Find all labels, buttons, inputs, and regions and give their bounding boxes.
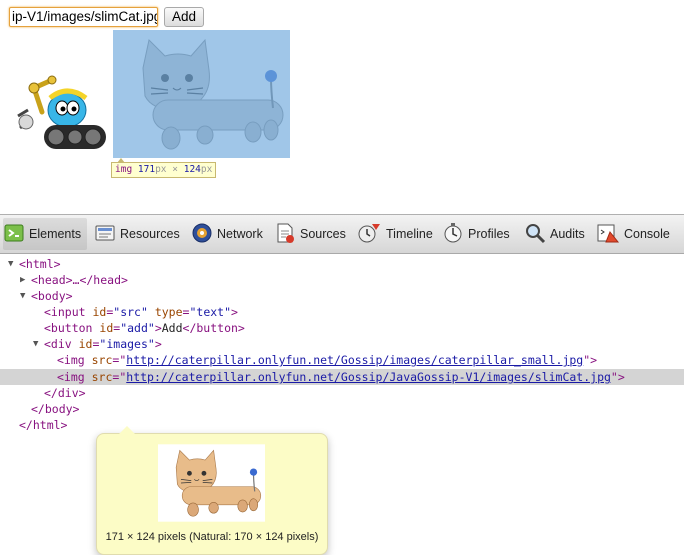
tab-audits[interactable]: Audits: [524, 218, 585, 250]
expanded-triangle-icon[interactable]: ▼: [33, 336, 38, 352]
console-icon: [596, 222, 624, 247]
tab-resources[interactable]: Resources: [94, 218, 180, 250]
dom-node-input[interactable]: <input id="src" type="text">: [44, 304, 238, 320]
dom-tree: ▼ <html> ▶ <head>…</head> ▼ <body> <inpu…: [0, 254, 684, 555]
slim-cat-preview-image: [158, 444, 265, 522]
tab-console-label: Console: [624, 227, 670, 241]
resources-icon: [94, 222, 120, 247]
img-src-link[interactable]: http://caterpillar.onlyfun.net/Gossip/im…: [126, 353, 583, 367]
dom-node-img-slimcat[interactable]: <img src="http://caterpillar.onlyfun.net…: [57, 369, 625, 385]
dom-node-body-close[interactable]: </body>: [31, 401, 79, 417]
profiles-icon: [442, 222, 468, 247]
devtools-toolbar: Elements Resources Network Sources Timel: [0, 214, 684, 254]
dom-node-html-close[interactable]: </html>: [19, 417, 67, 433]
img-src-link[interactable]: http://caterpillar.onlyfun.net/Gossip/Ja…: [126, 370, 611, 384]
dom-node-html[interactable]: ▼ <html>: [8, 256, 61, 272]
devtools-panel: Elements Resources Network Sources Timel: [0, 214, 684, 555]
image-dimensions-caption: 171 × 124 pixels (Natural: 170 × 124 pix…: [105, 531, 319, 543]
dom-node-body[interactable]: ▼ <body>: [20, 288, 73, 304]
dom-node-div-close[interactable]: </div>: [44, 385, 86, 401]
dom-node-img-caterpillar[interactable]: <img src="http://caterpillar.onlyfun.net…: [57, 352, 597, 368]
src-input[interactable]: ip-V1/images/slimCat.jpg: [9, 7, 158, 27]
tab-network[interactable]: Network: [191, 218, 263, 250]
tab-profiles-label: Profiles: [468, 227, 510, 241]
tab-profiles[interactable]: Profiles: [442, 218, 510, 250]
tab-elements[interactable]: Elements: [3, 218, 87, 250]
element-size-tooltip: img 171px × 124px: [111, 158, 217, 178]
tab-network-label: Network: [217, 227, 263, 241]
tab-timeline-label: Timeline: [386, 227, 433, 241]
dom-node-head[interactable]: ▶ <head>…</head>: [20, 272, 128, 288]
dom-node-div-images[interactable]: ▼ <div id="images">: [33, 336, 162, 352]
caterpillar-image: [17, 75, 106, 149]
tab-timeline[interactable]: Timeline: [358, 218, 433, 250]
expanded-triangle-icon[interactable]: ▼: [20, 288, 25, 304]
dom-node-button[interactable]: <button id="add">Add</button>: [44, 320, 245, 336]
network-icon: [191, 222, 217, 247]
tab-audits-label: Audits: [550, 227, 585, 241]
audits-icon: [524, 222, 550, 247]
collapsed-triangle-icon[interactable]: ▶: [20, 272, 25, 288]
element-highlight-overlay: [113, 30, 290, 158]
add-button[interactable]: Add: [164, 7, 204, 27]
timeline-icon: [358, 222, 386, 247]
expanded-triangle-icon[interactable]: ▼: [8, 256, 13, 272]
tab-resources-label: Resources: [120, 227, 180, 241]
sources-icon: [274, 222, 300, 247]
tab-console[interactable]: Console: [596, 218, 670, 250]
image-preview-popover: 171 × 124 pixels (Natural: 170 × 124 pix…: [96, 426, 328, 555]
tab-sources-label: Sources: [300, 227, 346, 241]
tab-sources[interactable]: Sources: [274, 218, 346, 250]
tab-elements-label: Elements: [29, 227, 82, 241]
elements-icon: [3, 222, 29, 247]
